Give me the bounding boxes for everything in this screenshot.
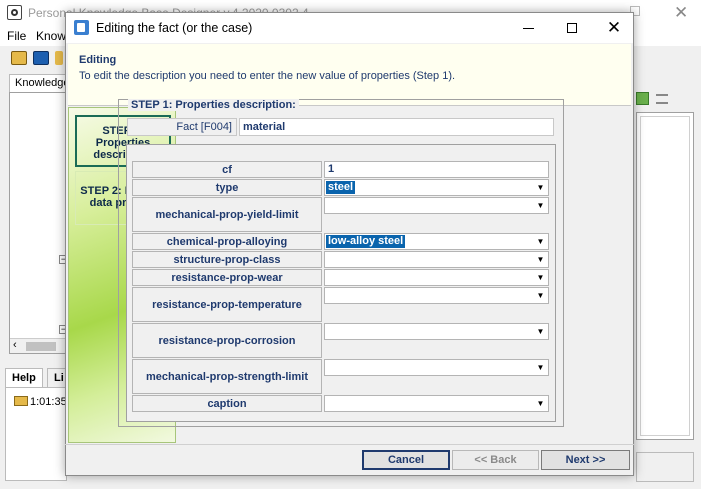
menu-file[interactable]: File — [7, 29, 26, 43]
help-panel: 1:01:35 — [5, 387, 67, 481]
dialog-footer-separator — [65, 444, 634, 445]
property-label-mechanical-prop-yield-limit: mechanical-prop-yield-limit — [132, 197, 322, 232]
tab-help[interactable]: Help — [5, 368, 43, 388]
property-value-text — [326, 289, 330, 302]
knowledge-tree-panel[interactable]: − − — [9, 92, 71, 354]
property-value-text — [326, 253, 330, 266]
property-value-text — [326, 199, 330, 212]
chevron-down-icon[interactable]: ▼ — [534, 325, 547, 338]
knowledge-tab[interactable]: Knowledge — [9, 74, 69, 92]
property-dropdown-structure-prop-class[interactable]: ▼ — [324, 251, 549, 268]
minimize-button[interactable] — [509, 16, 549, 40]
header-title: Editing — [79, 54, 117, 66]
toolbar-icon[interactable] — [55, 51, 63, 65]
property-dropdown-resistance-prop-corrosion[interactable]: ▼ — [324, 323, 549, 340]
chevron-down-icon[interactable]: ▼ — [534, 181, 547, 194]
property-label-resistance-prop-temperature: resistance-prop-temperature — [132, 287, 322, 322]
chevron-down-icon[interactable]: ▼ — [534, 199, 547, 212]
property-label-resistance-prop-corrosion: resistance-prop-corrosion — [132, 323, 322, 358]
properties-group-label: STEP 1: Properties description: — [128, 99, 299, 111]
property-label-type: type — [132, 179, 322, 196]
cancel-button[interactable]: Cancel — [362, 450, 450, 470]
dialog-title: Editing the fact (or the case) — [96, 21, 253, 35]
property-dropdown-resistance-prop-temperature[interactable]: ▼ — [324, 287, 549, 304]
close-button[interactable]: ✕ — [594, 16, 634, 40]
property-dropdown-chemical-prop-alloying[interactable]: low-alloy steel ▼ — [324, 233, 549, 250]
scrollbar-thumb[interactable] — [26, 342, 56, 351]
property-value-text — [326, 397, 330, 410]
chevron-down-icon[interactable]: ▼ — [534, 397, 547, 410]
fact-id-label: Fact [F004] — [127, 118, 237, 136]
property-dropdown-mechanical-prop-yield-limit[interactable]: ▼ — [324, 197, 549, 214]
property-dropdown-caption[interactable]: ▼ — [324, 395, 549, 412]
chevron-down-icon[interactable]: ▼ — [534, 235, 547, 248]
fact-name-field[interactable]: material — [239, 118, 554, 136]
scroll-left-icon[interactable]: ‹ — [13, 339, 17, 351]
dialog-app-icon — [74, 20, 89, 35]
image-icon[interactable] — [636, 92, 649, 105]
folder-icon — [14, 396, 28, 406]
right-toolbar — [636, 92, 686, 108]
open-folder-icon[interactable] — [11, 51, 27, 65]
property-label-cf: cf — [132, 161, 322, 178]
chevron-down-icon[interactable]: ▼ — [534, 271, 547, 284]
property-value-text: 1 — [328, 163, 335, 175]
help-log-time: 1:01:35 — [30, 396, 67, 408]
dialog-titlebar[interactable]: Editing the fact (or the case) ✕ — [66, 13, 633, 43]
chevron-down-icon[interactable]: ▼ — [534, 361, 547, 374]
background-close-icon[interactable]: ✕ — [674, 3, 688, 23]
header-description: To edit the description you need to ente… — [79, 70, 456, 82]
property-value-text — [326, 325, 330, 338]
property-dropdown-mechanical-prop-strength-limit[interactable]: ▼ — [324, 359, 549, 376]
property-value-text — [326, 271, 330, 284]
property-label-caption: caption — [132, 395, 322, 412]
app-logo-icon — [7, 5, 22, 20]
tool-icon[interactable] — [656, 94, 668, 104]
property-value-cf[interactable]: 1 — [324, 161, 549, 178]
chevron-down-icon[interactable]: ▼ — [534, 289, 547, 302]
right-inner-panel — [640, 116, 690, 436]
property-label-chemical-prop-alloying: chemical-prop-alloying — [132, 233, 322, 250]
property-label-resistance-prop-wear: resistance-prop-wear — [132, 269, 322, 286]
property-value-text — [326, 361, 330, 374]
help-log-row: 1:01:35 — [14, 396, 67, 408]
chevron-down-icon[interactable]: ▼ — [534, 253, 547, 266]
next-button[interactable]: Next >> — [541, 450, 630, 470]
property-label-structure-prop-class: structure-prop-class — [132, 251, 322, 268]
maximize-button[interactable] — [552, 16, 592, 40]
property-value-text: steel — [326, 181, 356, 194]
menu-knowledge[interactable]: Knowl — [36, 29, 69, 43]
right-bottom-panel — [636, 452, 694, 482]
property-dropdown-resistance-prop-wear[interactable]: ▼ — [324, 269, 549, 286]
property-value-text: low-alloy steel — [326, 235, 406, 248]
tree-horizontal-scrollbar[interactable]: ‹ — [10, 338, 68, 353]
dialog-header: Editing To edit the description you need… — [68, 44, 631, 106]
save-icon[interactable] — [33, 51, 49, 65]
back-button[interactable]: << Back — [452, 450, 539, 470]
property-label-mechanical-prop-strength-limit: mechanical-prop-strength-limit — [132, 359, 322, 394]
property-dropdown-type[interactable]: steel ▼ — [324, 179, 549, 196]
